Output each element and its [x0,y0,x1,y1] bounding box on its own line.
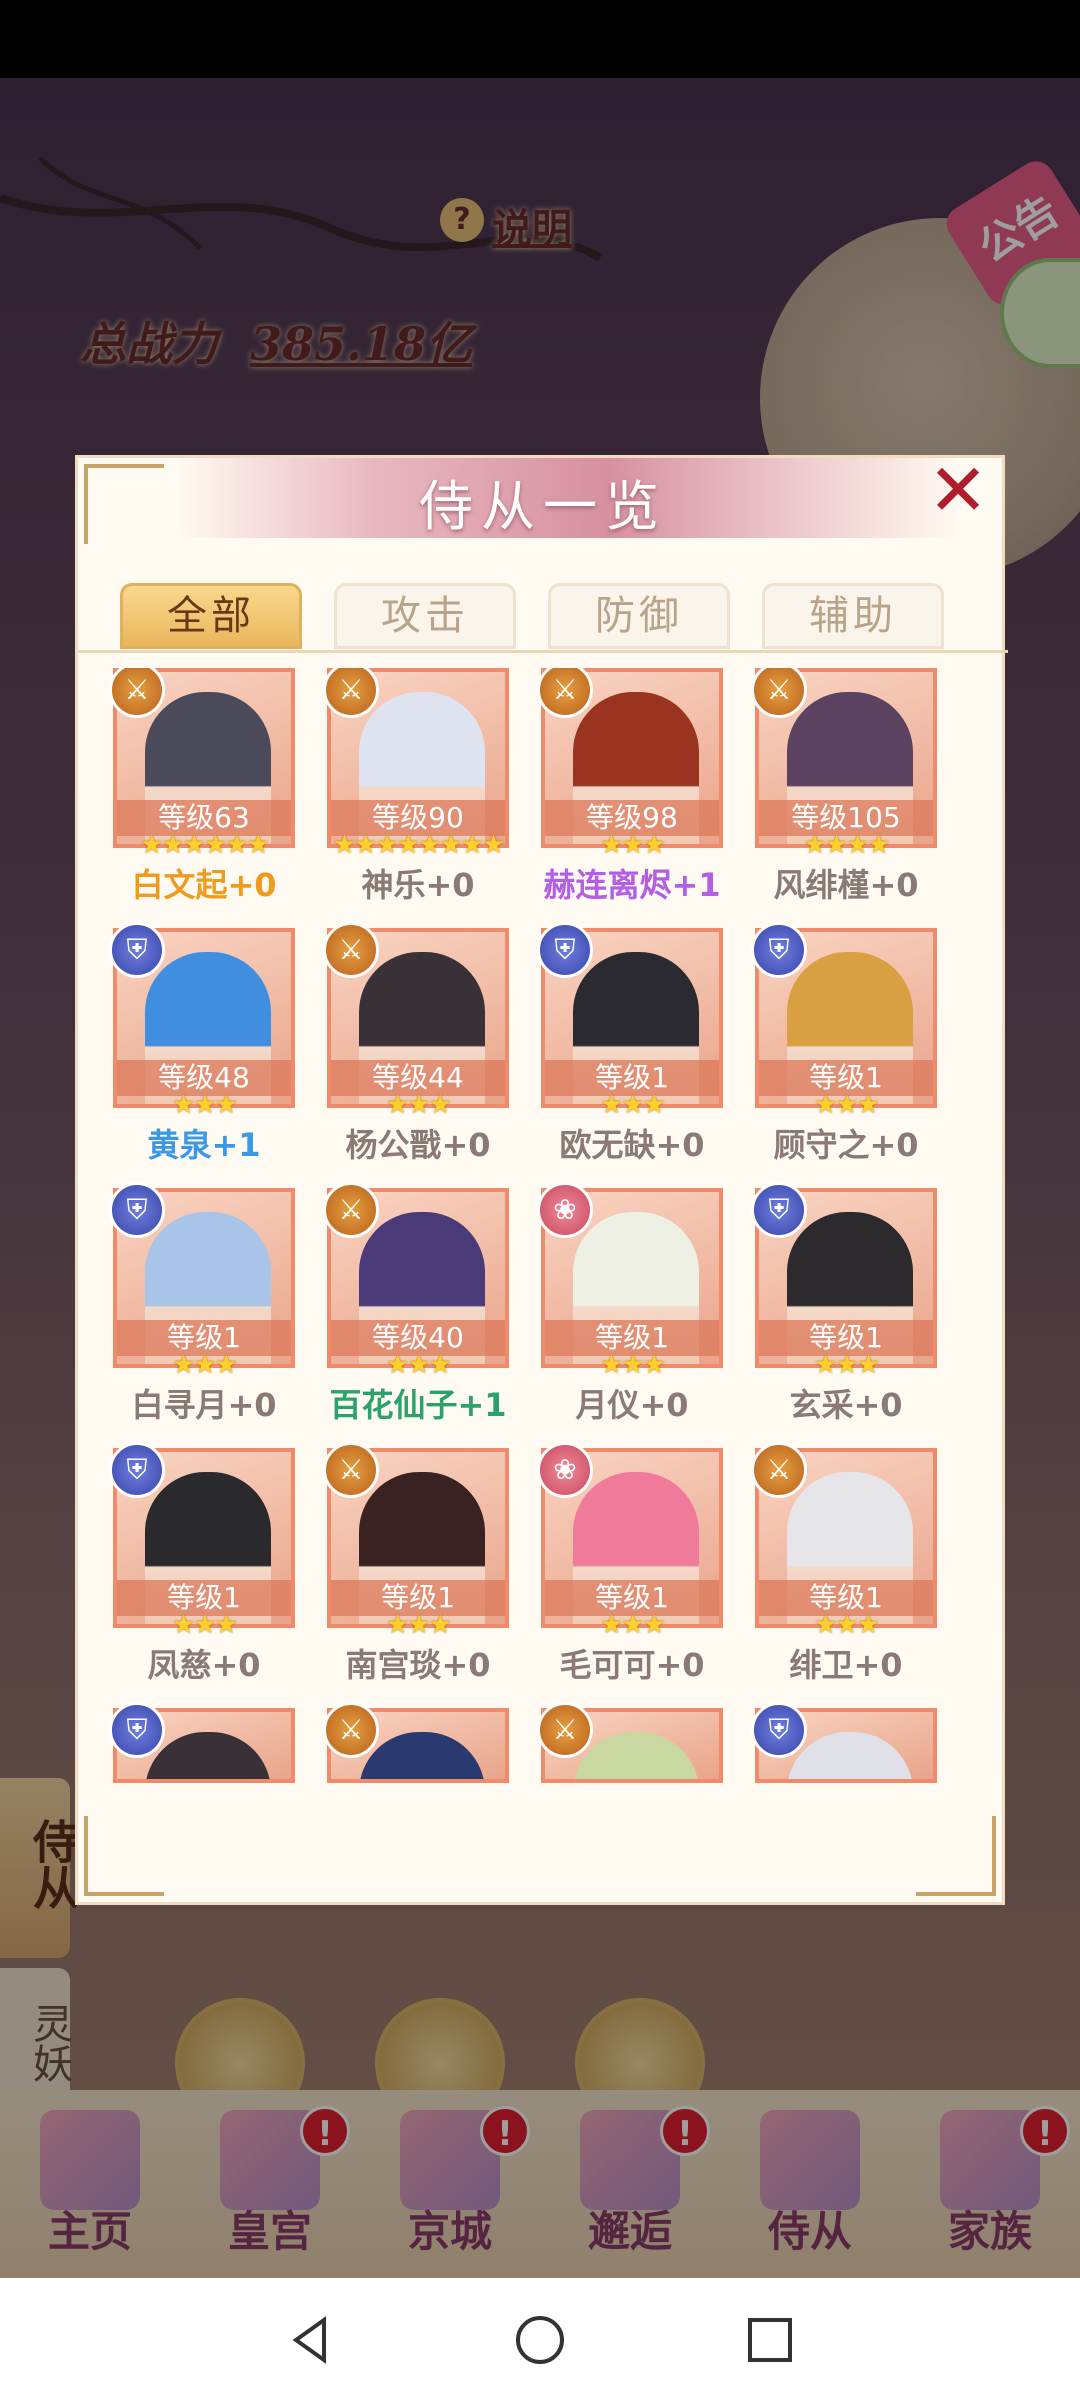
system-nav-bar [0,2278,1080,2400]
back-icon[interactable] [280,2310,340,2370]
attendant-card[interactable]: 等级1 ⛨ ★★★ 凤慈+0 [109,1442,295,1698]
defense-type-icon: ⛨ [537,922,593,978]
attendant-name: 南宫琰+0 [345,1646,491,1684]
attendant-card[interactable]: 等级1 ⚔ ★★★ 南宫琰+0 [323,1442,509,1698]
attendant-name: 白寻月+0 [131,1386,277,1424]
tab-attack[interactable]: 攻击 [334,583,516,649]
attendant-name: 杨公戬+0 [345,1126,491,1164]
defense-type-icon: ⛨ [109,922,165,978]
defense-type-icon: ⛨ [751,922,807,978]
attendant-card[interactable]: ⛨ [109,1702,295,1813]
attendant-card[interactable]: 等级48 ⛨ ★★★ 黄泉+1 [109,922,295,1178]
attack-type-icon: ⚔ [323,922,379,978]
character-figure [787,1732,913,1779]
star-rating: ★★★ [814,1350,880,1380]
attendant-card[interactable]: 等级105 ⚔ ★★★★ 风绯槿+0 [751,668,937,918]
star-rating: ★★★ [600,1610,666,1640]
attendant-card[interactable]: ⛨ [751,1702,937,1813]
attendant-card[interactable]: 等级1 ⛨ ★★★ 白寻月+0 [109,1182,295,1438]
attendant-name: 月仪+0 [575,1386,689,1424]
recents-icon[interactable] [740,2310,800,2370]
star-rating: ★★★ [386,1350,452,1380]
home-circle-icon[interactable] [510,2310,570,2370]
attendant-card[interactable]: 等级1 ❀ ★★★ 毛可可+0 [537,1442,723,1698]
star-rating: ★★★ [814,1610,880,1640]
star-rating: ★★★ [386,1610,452,1640]
attendant-card[interactable]: 等级1 ⛨ ★★★ 玄采+0 [751,1182,937,1438]
attack-type-icon: ⚔ [323,1702,379,1758]
attendant-name: 百花仙子+1 [329,1386,507,1424]
star-rating: ★★★★★★ [140,830,270,860]
filter-tabs: 全部 攻击 防御 辅助 [78,583,1008,653]
star-rating: ★★★ [600,1350,666,1380]
character-figure [145,1732,271,1779]
character-figure [359,1732,485,1779]
attack-type-icon: ⚔ [537,1702,593,1758]
attendant-name: 赫连离烬+1 [543,866,721,904]
attendant-name: 白文起+0 [131,866,277,904]
corner-ornament [916,1816,996,1896]
star-rating: ★★★★ [803,830,890,860]
attendant-card[interactable]: ⚔ [323,1702,509,1813]
attendant-name: 绯卫+0 [789,1646,903,1684]
star-rating: ★★★ [386,1090,452,1120]
attendant-name: 风绯槿+0 [773,866,919,904]
star-rating: ★★★ [814,1090,880,1120]
attack-type-icon: ⚔ [751,1442,807,1498]
attendant-name: 毛可可+0 [559,1646,705,1684]
tab-all[interactable]: 全部 [120,583,302,649]
attendant-card[interactable]: 等级1 ⛨ ★★★ 顾守之+0 [751,922,937,1178]
defense-type-icon: ⛨ [109,1702,165,1758]
attendant-name: 凤慈+0 [147,1646,261,1684]
status-bar [0,0,1080,78]
support-type-icon: ❀ [537,1442,593,1498]
close-icon[interactable]: ✕ [923,454,993,528]
attendant-card[interactable]: 等级1 ⚔ ★★★ 绯卫+0 [751,1442,937,1698]
tab-support[interactable]: 辅助 [762,583,944,649]
defense-type-icon: ⛨ [109,1182,165,1238]
attack-type-icon: ⚔ [323,1442,379,1498]
star-rating: ★★★★★★★★ [332,830,505,860]
tab-defense[interactable]: 防御 [548,583,730,649]
defense-type-icon: ⛨ [751,1182,807,1238]
star-rating: ★★★ [172,1610,238,1640]
attendant-name: 顾守之+0 [773,1126,919,1164]
attendant-card[interactable]: 等级90 ⚔ ★★★★★★★★ 神乐+0 [323,668,509,918]
corner-ornament [84,1816,164,1896]
star-rating: ★★★ [172,1350,238,1380]
attendant-card[interactable]: 等级98 ⚔ ★★★ 赫连离烬+1 [537,668,723,918]
attendant-card[interactable]: 等级63 ⚔ ★★★★★★ 白文起+0 [109,668,295,918]
attendant-card[interactable]: 等级1 ⛨ ★★★ 欧无缺+0 [537,922,723,1178]
attendant-name: 欧无缺+0 [559,1126,705,1164]
attendant-list-modal: 侍从一览 ✕ 全部 攻击 防御 辅助 等级63 ⚔ ★★★★★★ 白文起+0 等级90 ⚔… [75,454,1008,1905]
attendant-card[interactable]: ⚔ [537,1702,723,1813]
defense-type-icon: ⛨ [751,1702,807,1758]
star-rating: ★★★ [600,830,666,860]
character-figure [573,1732,699,1779]
attendant-name: 神乐+0 [361,866,475,904]
attendant-card[interactable]: 等级1 ❀ ★★★ 月仪+0 [537,1182,723,1438]
attendant-name: 黄泉+1 [147,1126,261,1164]
star-rating: ★★★ [600,1090,666,1120]
attendant-card[interactable]: 等级40 ⚔ ★★★ 百花仙子+1 [323,1182,509,1438]
star-rating: ★★★ [172,1090,238,1120]
attendant-name: 玄采+0 [789,1386,903,1424]
attendant-grid[interactable]: 等级63 ⚔ ★★★★★★ 白文起+0 等级90 ⚔ ★★★★★★★★ 神乐+0 等级98 ⚔ ★★… [78,668,1008,1813]
support-type-icon: ❀ [537,1182,593,1238]
attack-type-icon: ⚔ [323,1182,379,1238]
modal-title: 侍从一览 [419,475,667,538]
attendant-card[interactable]: 等级44 ⚔ ★★★ 杨公戬+0 [323,922,509,1178]
defense-type-icon: ⛨ [109,1442,165,1498]
